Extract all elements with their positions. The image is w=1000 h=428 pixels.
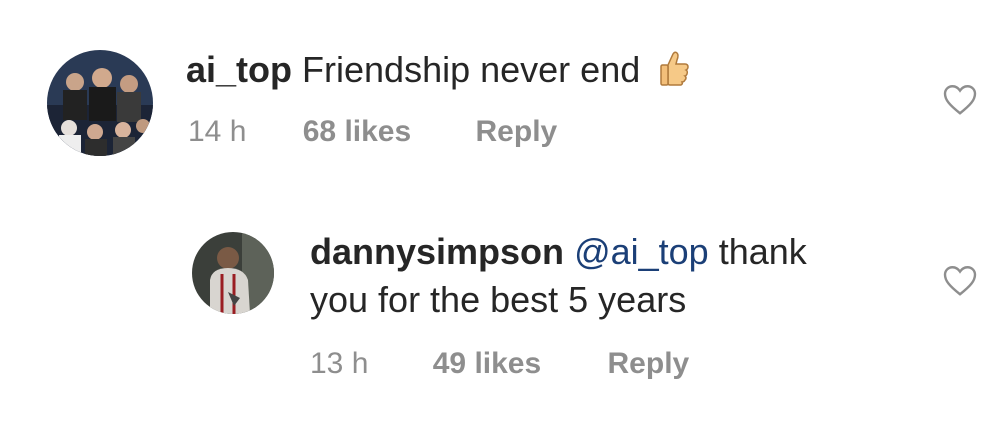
avatar[interactable] — [47, 50, 153, 156]
reply-time: 13 h — [310, 347, 369, 380]
reply-likes[interactable]: 49 likes — [433, 347, 541, 380]
comment-username[interactable]: ai_top — [186, 49, 292, 90]
reply-meta: 13 h 49 likes Reply — [310, 346, 689, 382]
comment-reply-button[interactable]: Reply — [476, 115, 558, 148]
reply-username[interactable]: dannysimpson — [310, 231, 564, 272]
comment-meta: 14 h 68 likes Reply — [188, 114, 557, 150]
comment-body: Friendship never end — [302, 49, 641, 90]
avatar[interactable] — [192, 232, 274, 314]
reply-text-line-2: you for the best 5 years — [310, 278, 686, 322]
like-heart-icon[interactable] — [942, 263, 978, 297]
comment-time: 14 h — [188, 115, 247, 148]
avatar-image — [192, 232, 274, 314]
reply-mention-link[interactable]: @ai_top — [574, 231, 709, 272]
reply-text-line-1: dannysimpson @ai_top thank — [310, 230, 807, 274]
avatar-image — [47, 50, 153, 156]
comment-likes[interactable]: 68 likes — [303, 115, 411, 148]
reply-reply-button[interactable]: Reply — [608, 347, 690, 380]
comment-text: ai_top Friendship never end — [186, 48, 690, 92]
thumbs-up-icon — [650, 49, 690, 90]
like-heart-icon[interactable] — [942, 82, 978, 116]
reply-body-line-2: you for the best 5 years — [310, 279, 687, 320]
reply-body-line-1: thank — [718, 231, 807, 272]
